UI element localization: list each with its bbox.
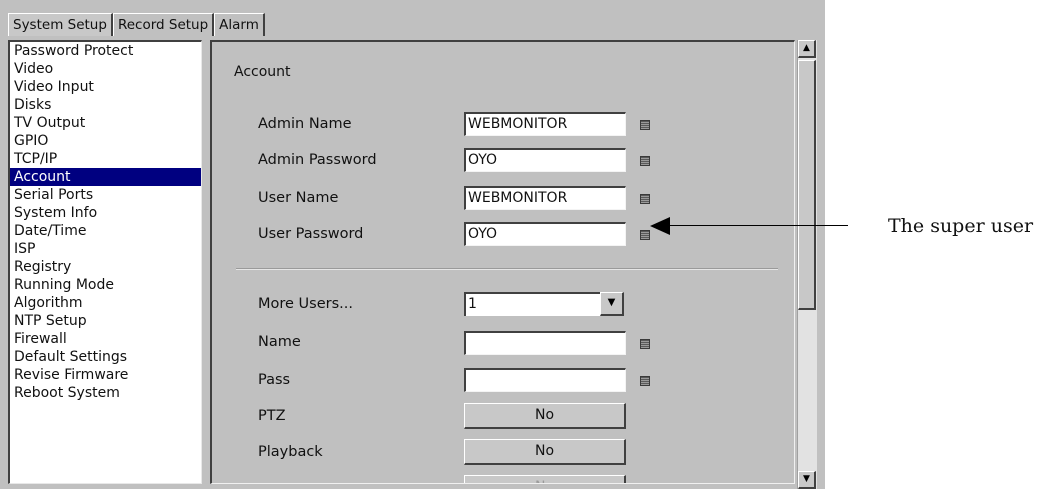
keyboard-icon[interactable] [640,376,650,386]
menu-item-tcp-ip[interactable]: TCP/IP [10,150,201,168]
menu-item-running-mode[interactable]: Running Mode [10,276,201,294]
annotation-line [668,225,848,226]
admin-password-label: Admin Password [258,152,377,168]
menu-item-registry[interactable]: Registry [10,258,201,276]
keyboard-icon[interactable] [640,120,650,130]
menu-item-ntp-setup[interactable]: NTP Setup [10,312,201,330]
more-users-select[interactable]: 1 ▼ [464,292,624,316]
tab-alarm[interactable]: Alarm [214,13,265,36]
arrow-icon [650,217,670,235]
section-title: Account [234,64,291,80]
menu-item-reboot-system[interactable]: Reboot System [10,384,201,402]
tab-record-setup[interactable]: Record Setup [112,13,215,36]
playback-button[interactable]: No [464,439,626,465]
pass-field[interactable] [464,368,626,392]
admin-password-field[interactable]: OYO [464,148,626,172]
tab-system-setup[interactable]: System Setup [8,13,113,36]
menu-item-firewall[interactable]: Firewall [10,330,201,348]
more-users-value[interactable]: 1 [464,292,600,316]
name-field[interactable] [464,331,626,355]
menu-item-default-settings[interactable]: Default Settings [10,348,201,366]
admin-name-label: Admin Name [258,116,352,132]
menu-item-algorithm[interactable]: Algorithm [10,294,201,312]
annotation-text: The super user [888,215,1034,237]
name-label: Name [258,334,301,350]
user-password-label: User Password [258,226,364,242]
menu-item-video[interactable]: Video [10,60,201,78]
keyboard-icon[interactable] [640,339,650,349]
menu-item-date-time[interactable]: Date/Time [10,222,201,240]
scrollbar-thumb[interactable] [798,60,816,310]
scroll-down-icon[interactable]: ▼ [798,471,816,489]
playback-label: Playback [258,444,323,460]
keyboard-icon[interactable] [640,194,650,204]
user-password-field[interactable]: OYO [464,222,626,246]
admin-name-field[interactable]: WEBMONITOR [464,112,626,136]
menu-item-disks[interactable]: Disks [10,96,201,114]
scroll-up-icon[interactable]: ▲ [798,40,816,58]
ptz-label: PTZ [258,408,286,424]
menu-item-gpio[interactable]: GPIO [10,132,201,150]
keyboard-icon[interactable] [640,230,650,240]
user-name-field[interactable]: WEBMONITOR [464,186,626,210]
menu-item-system-info[interactable]: System Info [10,204,201,222]
dropdown-arrow-icon[interactable]: ▼ [600,292,624,316]
menu-item-tv-output[interactable]: TV Output [10,114,201,132]
menu-item-isp[interactable]: ISP [10,240,201,258]
menu-item-revise-firmware[interactable]: Revise Firmware [10,366,201,384]
ptz-button[interactable]: No [464,403,626,429]
settings-menu-list: Password Protect Video Video Input Disks… [8,40,202,484]
menu-item-video-input[interactable]: Video Input [10,78,201,96]
keyboard-icon[interactable] [640,156,650,166]
account-panel: Account Admin Name WEBMONITOR Admin Pass… [210,40,795,484]
audio-button[interactable]: No [464,475,626,483]
user-name-label: User Name [258,190,339,206]
vertical-scrollbar[interactable]: ▲ ▼ [797,40,817,489]
settings-window: System Setup Record Setup Alarm Password… [0,0,825,489]
menu-item-serial-ports[interactable]: Serial Ports [10,186,201,204]
menu-item-account[interactable]: Account [10,168,201,186]
section-divider [236,268,778,270]
more-users-label: More Users... [258,296,353,312]
pass-label: Pass [258,372,291,388]
menu-item-password-protect[interactable]: Password Protect [10,42,201,60]
tab-bar: System Setup Record Setup Alarm [8,13,265,37]
